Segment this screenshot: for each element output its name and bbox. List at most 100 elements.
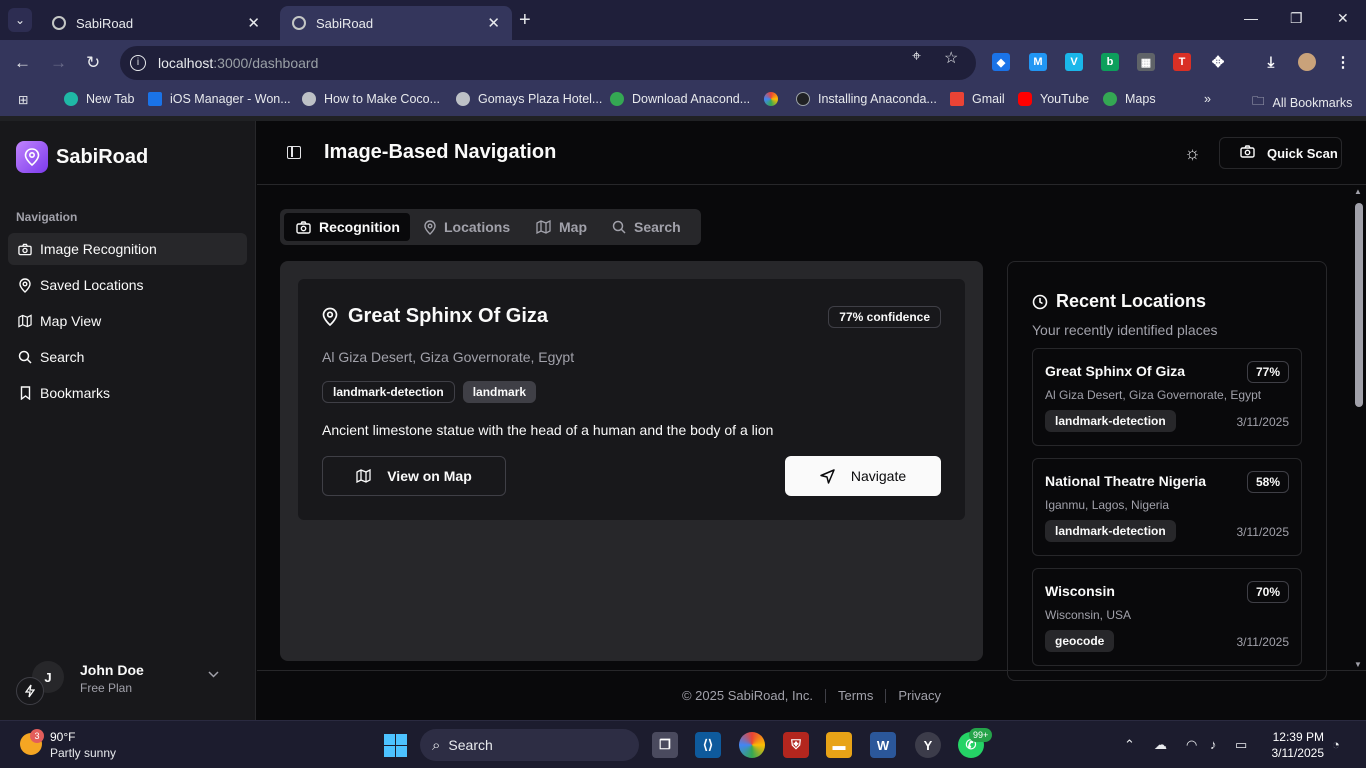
taskbar-clock[interactable]: 12:39 PM 3/11/2025	[1262, 729, 1325, 761]
apps-grid-icon[interactable]: ⊞	[18, 92, 28, 107]
chevron-up-icon[interactable]: ⌃	[1124, 737, 1135, 753]
battery-icon[interactable]: ▭	[1235, 737, 1247, 753]
sidebar-item-bookmarks[interactable]: Bookmarks	[8, 377, 247, 409]
chevron-down-icon	[208, 669, 219, 681]
menu-kebab-icon[interactable]: ⋮	[1334, 53, 1352, 71]
folder-icon: 🗀	[1252, 94, 1265, 108]
pinwheel-bookmark-icon[interactable]	[764, 92, 786, 106]
more-bookmarks-icon[interactable]: »	[1204, 92, 1211, 106]
reload-icon[interactable]: ↻	[86, 53, 100, 73]
tab-search[interactable]: Search	[600, 213, 698, 241]
vscode-icon[interactable]: ⟨⟩	[695, 732, 721, 758]
notification-badge: 3	[30, 729, 44, 743]
file-explorer-icon[interactable]: ▬	[826, 732, 852, 758]
page-header: Image-Based Navigation ☼ Quick Scan	[257, 121, 1366, 185]
recent-location-card[interactable]: Wisconsin 70% Wisconsin, USA geocode 3/1…	[1032, 568, 1302, 666]
bookmark-item[interactable]: Download Anacond...	[610, 92, 750, 106]
privacy-link[interactable]: Privacy	[898, 688, 941, 703]
recent-location-card[interactable]: National Theatre Nigeria 58% Iganmu, Lag…	[1032, 458, 1302, 556]
tab-map[interactable]: Map	[524, 213, 598, 241]
download-icon[interactable]: ⤓	[1262, 53, 1280, 71]
word-icon[interactable]: W	[870, 732, 896, 758]
sun-theme-toggle-icon[interactable]: ☼	[1184, 143, 1201, 164]
taskbar-search[interactable]: ⌕ Search	[420, 729, 639, 761]
restore-icon[interactable]: ❐	[1290, 10, 1303, 27]
sidebar-item-saved-locations[interactable]: Saved Locations	[8, 269, 247, 301]
forward-icon[interactable]: →	[50, 53, 67, 73]
weather-widget[interactable]: 3 90°F Partly sunny	[18, 729, 148, 761]
bookmark-youtube[interactable]: YouTube	[1018, 92, 1089, 106]
view-on-map-button[interactable]: View on Map	[322, 456, 506, 496]
bookmark-favicon-icon	[796, 92, 810, 106]
bookmark-item[interactable]: iOS Manager - Won...	[148, 92, 291, 106]
vimeo-icon[interactable]: V	[1065, 53, 1083, 71]
tab-close-icon[interactable]: ✕	[487, 14, 500, 32]
cloud-icon[interactable]: ☁	[1154, 737, 1167, 753]
back-icon[interactable]: ←	[14, 53, 31, 73]
address-bar[interactable]: i localhost:3000/dashboard	[120, 46, 976, 80]
extension-tag-icon[interactable]: ◆	[992, 53, 1010, 71]
camera-icon	[296, 220, 311, 234]
scroll-down-arrow-icon[interactable]: ▼	[1354, 660, 1362, 669]
sidebar-item-map-view[interactable]: Map View	[8, 305, 247, 337]
tag-badge: geocode	[1045, 630, 1115, 652]
scroll-up-arrow-icon[interactable]: ▲	[1354, 187, 1362, 196]
sidebar-item-label: Map View	[40, 313, 102, 329]
sidebar-item-search[interactable]: Search	[8, 341, 247, 373]
quick-scan-button[interactable]: Quick Scan	[1219, 137, 1342, 169]
speaker-icon[interactable]: ♪	[1210, 737, 1217, 752]
bookmark-gmail[interactable]: Gmail	[950, 92, 1005, 106]
qr-code-icon[interactable]: ▦	[1137, 53, 1155, 71]
notification-bell-icon[interactable]: ◔	[1332, 737, 1340, 752]
minimize-icon[interactable]: —	[1244, 10, 1258, 26]
extension-b-icon[interactable]: b	[1101, 53, 1119, 71]
user-name: John Doe	[80, 662, 144, 678]
extension-t-icon[interactable]: T	[1173, 53, 1191, 71]
bookmark-item[interactable]: New Tab	[64, 92, 134, 106]
wifi-icon[interactable]: ◠	[1186, 737, 1197, 753]
maps-icon	[1103, 92, 1117, 106]
page-scrollbar[interactable]: ▲ ▼	[1351, 185, 1366, 671]
bookmarks-bar: ⊞ New Tab iOS Manager - Won... How to Ma…	[0, 86, 1366, 116]
location-pin-icon[interactable]: ⌖	[912, 48, 921, 66]
camera-icon	[18, 242, 32, 256]
sidebar-toggle-icon[interactable]	[287, 146, 301, 159]
shield-security-icon[interactable]: ⛨	[783, 732, 809, 758]
all-bookmarks[interactable]: 🗀 All Bookmarks	[1252, 92, 1352, 113]
profile-avatar-icon[interactable]	[1298, 53, 1316, 71]
tab-locations[interactable]: Locations	[412, 213, 522, 241]
tab-recognition[interactable]: Recognition	[284, 213, 410, 241]
extension-m-icon[interactable]: M	[1029, 53, 1047, 71]
task-view-icon[interactable]: ❐	[652, 732, 678, 758]
browser-tab-strip: ⌄ SabiRoad ✕ SabiRoad ✕ + — ❐ ✕	[0, 0, 1366, 40]
tag-badge: landmark-detection	[1045, 410, 1176, 432]
extensions-puzzle-icon[interactable]: ✥	[1209, 53, 1227, 71]
browser-tab[interactable]: SabiRoad ✕	[40, 6, 272, 40]
user-menu[interactable]: J John Doe Free Plan	[16, 661, 240, 705]
recognition-result-card: Great Sphinx Of Giza 77% confidence Al G…	[298, 279, 965, 520]
recent-location-card[interactable]: Great Sphinx Of Giza 77% Al Giza Desert,…	[1032, 348, 1302, 446]
scrollbar-thumb[interactable]	[1355, 203, 1363, 407]
site-info-icon[interactable]: i	[130, 55, 146, 71]
app-icon[interactable]: Y	[915, 732, 941, 758]
location-address: Iganmu, Lagos, Nigeria	[1045, 498, 1170, 512]
navigate-button[interactable]: Navigate	[785, 456, 941, 496]
brand[interactable]: SabiRoad	[16, 141, 148, 173]
chrome-icon[interactable]	[739, 732, 765, 758]
globe-icon	[52, 16, 66, 30]
bookmark-item[interactable]: How to Make Coco...	[302, 92, 440, 106]
bookmark-star-icon[interactable]: ☆	[944, 48, 958, 68]
tab-close-icon[interactable]: ✕	[247, 14, 260, 32]
bookmark-item[interactable]: Installing Anaconda...	[796, 92, 937, 106]
sidebar-item-image-recognition[interactable]: Image Recognition	[8, 233, 247, 265]
tab-search-button[interactable]: ⌄	[8, 8, 32, 32]
bookmark-label: Installing Anaconda...	[818, 92, 937, 106]
window-close-icon[interactable]: ✕	[1337, 10, 1349, 27]
bookmark-label: New Tab	[86, 92, 135, 106]
windows-start-icon[interactable]	[384, 734, 407, 757]
browser-tab-active[interactable]: SabiRoad ✕	[280, 6, 512, 40]
terms-link[interactable]: Terms	[838, 688, 873, 703]
new-tab-button[interactable]: +	[519, 9, 531, 32]
bookmark-item[interactable]: Gomays Plaza Hotel...	[456, 92, 602, 106]
bookmark-maps[interactable]: Maps	[1103, 92, 1156, 106]
